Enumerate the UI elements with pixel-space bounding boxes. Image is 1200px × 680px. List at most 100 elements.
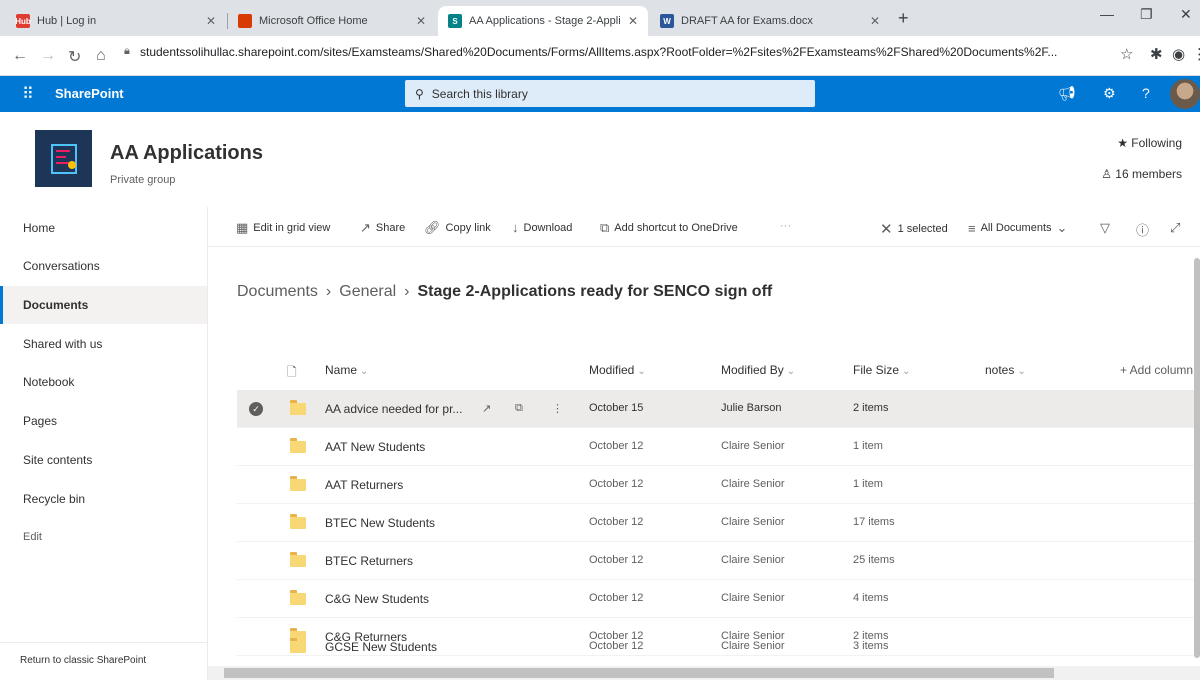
more-commands-icon[interactable]: ··· [780,220,791,232]
copy-link-button[interactable]: 🔗︎ Copy link [424,220,491,236]
row-modified-by[interactable]: Claire Senior [721,554,785,566]
share-button[interactable]: ↗ Share [360,220,405,236]
share-icon[interactable]: ↗ [482,402,491,415]
new-tab-icon[interactable]: + [898,8,909,29]
left-navigation: Home Conversations Documents Shared with… [0,207,208,680]
nav-item-shared-with-us[interactable]: Shared with us [0,325,207,363]
row-modified-by[interactable]: Claire Senior [721,478,785,490]
column-header-modified[interactable]: Modified ⌄ [589,363,646,377]
expand-icon[interactable]: ⤢ [1170,220,1180,236]
lock-icon[interactable]: 🔒︎ [124,45,130,58]
view-switcher[interactable]: ≡ All Documents ⌄ [968,220,1067,236]
forward-icon[interactable]: → [40,47,56,65]
column-header-name[interactable]: Name ⌄ [325,363,368,377]
column-header-notes[interactable]: notes ⌄ [985,363,1026,377]
help-icon[interactable]: ? [1142,85,1150,101]
site-logo[interactable] [35,130,92,187]
more-actions-icon[interactable]: ⋮ [552,402,563,415]
row-name[interactable]: AA advice needed for pr... [325,402,462,416]
close-icon[interactable]: ✕ [416,14,426,28]
list-view-icon: ≡ [968,220,976,236]
breadcrumb-middle[interactable]: General [339,283,396,301]
breadcrumb-root[interactable]: Documents [237,283,318,301]
avatar[interactable] [1170,79,1200,109]
table-row[interactable]: AAT New Students October 12 Claire Senio… [237,428,1200,466]
return-to-classic-link[interactable]: Return to classic SharePoint [0,642,207,680]
shortcut-icon[interactable]: ⧉ [515,402,523,415]
row-modified: October 12 [589,554,644,566]
nav-item-home[interactable]: Home [0,209,207,247]
selection-indicator[interactable]: ✕ 1 selected [880,220,948,238]
scrollbar-thumb[interactable] [224,668,1054,678]
edit-grid-label: Edit in grid view [253,222,331,234]
tab-office-home[interactable]: Microsoft Office Home ✕ [228,6,436,36]
back-icon[interactable]: ← [12,47,28,65]
maximize-icon[interactable]: ❐ [1140,6,1153,23]
add-column-button[interactable]: + Add column [1120,363,1193,377]
menu-icon[interactable]: ⋮ [1192,45,1200,63]
close-icon[interactable]: ✕ [870,14,880,28]
row-modified-by[interactable]: Julie Barson [721,402,782,414]
extensions-icon[interactable]: ✱ [1150,45,1163,63]
column-header-modified-by[interactable]: Modified By ⌄ [721,363,795,377]
members-button[interactable]: ♙ 16 members [1101,167,1182,181]
column-header-file-size[interactable]: File Size ⌄ [853,363,910,377]
app-name[interactable]: SharePoint [55,86,124,101]
close-icon[interactable]: ✕ [628,14,638,28]
nav-item-conversations[interactable]: Conversations [0,247,207,285]
vertical-scrollbar[interactable] [1194,258,1200,658]
filter-icon[interactable]: ▽ [1100,220,1110,236]
edit-grid-view-button[interactable]: ▦ Edit in grid view [236,220,330,236]
row-modified-by[interactable]: Claire Senior [721,440,785,452]
row-name[interactable]: BTEC Returners [325,554,413,568]
site-title[interactable]: AA Applications [110,142,263,165]
row-modified-by[interactable]: Claire Senior [721,640,785,652]
megaphone-icon[interactable]: 📢︎ [1058,85,1076,102]
nav-item-recycle-bin[interactable]: Recycle bin [0,480,207,518]
reload-icon[interactable]: ↻ [68,47,81,67]
following-label: Following [1131,136,1182,150]
profile-icon[interactable]: ◉ [1172,45,1185,63]
row-modified-by[interactable]: Claire Senior [721,592,785,604]
search-input[interactable]: ⚲ Search this library [405,80,815,107]
tab-title: Microsoft Office Home [259,15,368,27]
close-icon[interactable]: ✕ [206,14,216,28]
nav-item-site-contents[interactable]: Site contents [0,441,207,479]
add-shortcut-button[interactable]: ⧉ Add shortcut to OneDrive [600,220,738,236]
file-type-icon[interactable]: 🗋︎ [287,363,297,384]
row-name[interactable]: GCSE New Students [325,640,437,654]
checkmark-icon[interactable]: ✓ [249,402,263,416]
suite-bar: ⠿ SharePoint ⚲ Search this library 📢︎ ⚙ … [0,76,1200,112]
info-icon[interactable]: ⓘ [1136,220,1149,239]
home-icon[interactable]: ⌂ [96,47,106,65]
table-row[interactable]: C&G New Students October 12 Claire Senio… [237,580,1200,618]
nav-item-documents[interactable]: Documents [0,286,207,324]
row-name[interactable]: AAT New Students [325,440,425,454]
table-row[interactable]: BTEC Returners October 12 Claire Senior … [237,542,1200,580]
share-label: Share [375,222,406,234]
table-row[interactable]: AAT Returners October 12 Claire Senior 1… [237,466,1200,504]
table-row[interactable]: BTEC New Students October 12 Claire Seni… [237,504,1200,542]
nav-item-pages[interactable]: Pages [0,402,207,440]
tab-aa-applications[interactable]: S AA Applications - Stage 2-Applic ✕ [438,6,648,36]
table-row[interactable]: GCSE New Students October 12 Claire Seni… [237,624,1200,666]
row-name[interactable]: AAT Returners [325,478,403,492]
close-window-icon[interactable]: ✕ [1180,6,1192,23]
table-row[interactable]: ✓ AA advice needed for pr... ↗ ⧉ ⋮ Octob… [237,390,1200,428]
url-field[interactable]: studentssolihullac.sharepoint.com/sites/… [140,45,1057,59]
nav-edit-link[interactable]: Edit [0,518,207,556]
minimize-icon[interactable]: — [1100,6,1114,22]
download-button[interactable]: ↓ Download [512,220,572,235]
tab-hub-login[interactable]: Hub Hub | Log in ✕ [6,6,226,36]
row-name[interactable]: BTEC New Students [325,516,435,530]
row-file-size: 17 items [853,516,895,528]
bookmark-star-icon[interactable]: ☆ [1120,45,1133,63]
gear-icon[interactable]: ⚙ [1103,85,1116,102]
nav-item-notebook[interactable]: Notebook [0,363,207,401]
row-modified-by[interactable]: Claire Senior [721,516,785,528]
following-button[interactable]: ★ Following [1117,136,1182,150]
horizontal-scrollbar[interactable] [208,666,1200,680]
row-name[interactable]: C&G New Students [325,592,429,606]
app-launcher-icon[interactable]: ⠿ [22,84,34,104]
tab-draft-docx[interactable]: W DRAFT AA for Exams.docx ✕ [650,6,890,36]
